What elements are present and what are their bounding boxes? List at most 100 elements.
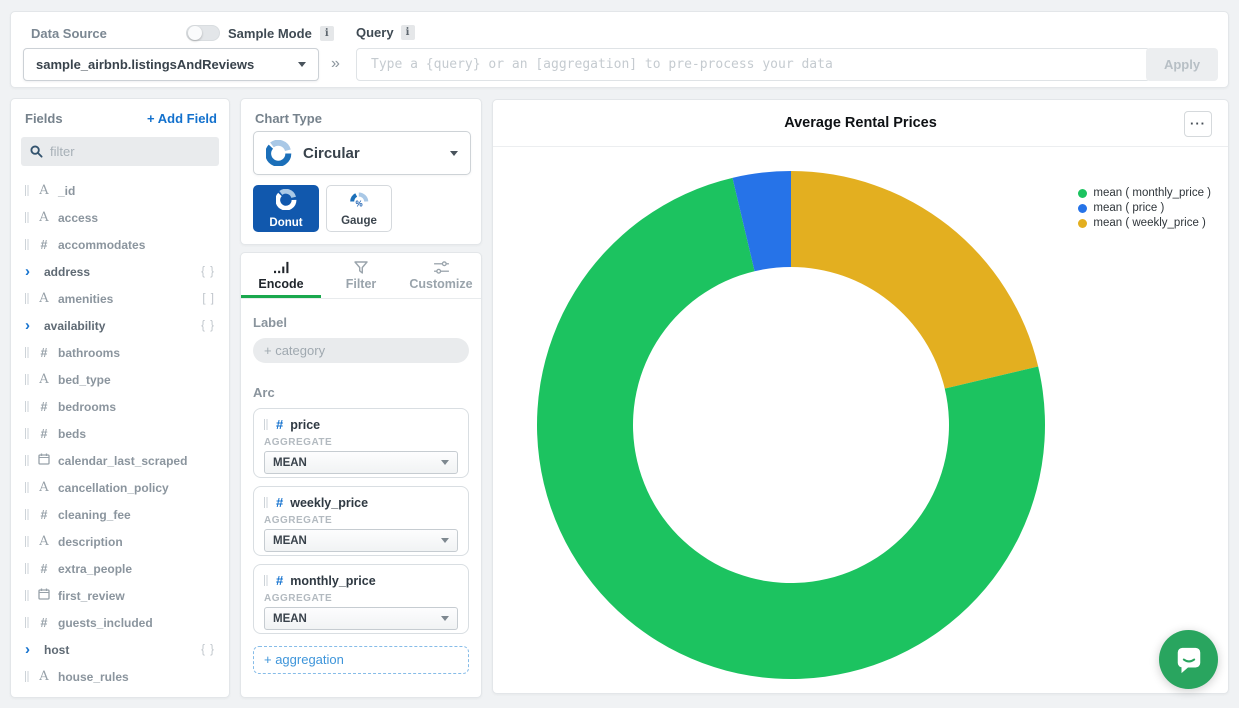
circular-chart-icon — [266, 140, 292, 166]
field-name: accommodates — [58, 238, 145, 252]
drag-handle-icon[interactable] — [25, 455, 30, 466]
add-field-button[interactable]: + Add Field — [147, 111, 217, 126]
chevron-right-icon[interactable]: › — [25, 264, 37, 279]
field-row-guests_included[interactable]: #guests_included — [11, 609, 229, 636]
label-channel-dropzone[interactable]: + category — [253, 338, 469, 363]
date-type-icon — [37, 452, 51, 470]
field-row-extra_people[interactable]: #extra_people — [11, 555, 229, 582]
donut-slice-meanweekly_price[interactable] — [791, 171, 1038, 389]
aggregate-value: MEAN — [273, 613, 307, 625]
field-row-beds[interactable]: #beds — [11, 420, 229, 447]
query-input[interactable] — [356, 48, 1150, 81]
drag-handle-icon[interactable] — [264, 497, 269, 508]
search-icon — [30, 145, 43, 158]
field-row-bathrooms[interactable]: #bathrooms — [11, 339, 229, 366]
sample-mode-info-icon[interactable]: i — [320, 26, 334, 41]
drag-handle-icon[interactable] — [264, 575, 269, 586]
drag-handle-icon[interactable] — [264, 419, 269, 430]
drag-handle-icon[interactable] — [25, 563, 30, 574]
field-row-bedrooms[interactable]: #bedrooms — [11, 393, 229, 420]
number-type-icon: # — [276, 417, 283, 432]
aggregate-select[interactable]: MEAN — [264, 607, 458, 630]
drag-handle-icon[interactable] — [25, 212, 30, 223]
encode-tabs: Encode Filter Customize — [241, 253, 481, 299]
drag-handle-icon[interactable] — [25, 536, 30, 547]
field-row-_id[interactable]: A_id — [11, 177, 229, 204]
drag-handle-icon[interactable] — [25, 671, 30, 682]
drag-handle-icon[interactable] — [25, 401, 30, 412]
field-row-cleaning_fee[interactable]: #cleaning_fee — [11, 501, 229, 528]
caret-down-icon — [298, 62, 306, 67]
bars-icon — [274, 261, 289, 274]
chart-card: Average Rental Prices ··· mean ( monthly… — [492, 99, 1229, 694]
drag-handle-icon[interactable] — [25, 185, 30, 196]
chevron-right-icon[interactable]: › — [25, 642, 37, 657]
drag-handle-icon[interactable] — [25, 590, 30, 601]
drag-handle-icon[interactable] — [25, 239, 30, 250]
chevron-right-icon[interactable]: › — [25, 318, 37, 333]
object-badge: { } — [201, 266, 215, 278]
date-type-icon — [37, 587, 51, 605]
field-name: _id — [58, 184, 75, 198]
intercom-chat-button[interactable] — [1159, 630, 1218, 689]
chart-menu-button[interactable]: ··· — [1184, 111, 1212, 137]
field-row-calendar_last_scraped[interactable]: calendar_last_scraped — [11, 447, 229, 474]
field-row-house_rules[interactable]: Ahouse_rules — [11, 663, 229, 690]
tab-customize-label: Customize — [409, 277, 472, 291]
field-row-description[interactable]: Adescription — [11, 528, 229, 555]
field-row-access[interactable]: Aaccess — [11, 204, 229, 231]
query-bar: Data Source Sample Mode i Query i sample… — [10, 11, 1229, 88]
arc-section-title: Arc — [253, 385, 469, 400]
field-name: availability — [44, 319, 105, 333]
aggregate-select[interactable]: MEAN — [264, 451, 458, 474]
field-row-bed_type[interactable]: Abed_type — [11, 366, 229, 393]
label-section-title: Label — [253, 315, 469, 330]
chart-subtype-gauge-button[interactable]: %Gauge — [326, 185, 392, 232]
field-name: beds — [58, 427, 86, 441]
funnel-icon — [354, 261, 368, 274]
drag-handle-icon[interactable] — [25, 428, 30, 439]
field-name: cancellation_policy — [58, 481, 169, 495]
chart-type-panel: Chart Type Circular Donut%Gauge — [240, 98, 482, 245]
field-row-amenities[interactable]: Aamenities[ ] — [11, 285, 229, 312]
channel-field-name: weekly_price — [290, 496, 368, 510]
drag-handle-icon[interactable] — [25, 509, 30, 520]
drag-handle-icon[interactable] — [25, 482, 30, 493]
drag-handle-icon[interactable] — [25, 293, 30, 304]
aggregate-select[interactable]: MEAN — [264, 529, 458, 552]
field-row-host[interactable]: › host { } — [11, 636, 229, 663]
field-name: bed_type — [58, 373, 111, 387]
drag-handle-icon[interactable] — [25, 347, 30, 358]
field-name: first_review — [58, 589, 125, 603]
field-name: description — [58, 535, 123, 549]
object-badge: { } — [201, 644, 215, 656]
number-type-icon: # — [37, 616, 51, 630]
drag-handle-icon[interactable] — [25, 617, 30, 628]
sample-mode-toggle[interactable] — [186, 25, 220, 41]
drag-handle-icon[interactable] — [25, 374, 30, 385]
field-name: host — [44, 643, 69, 657]
chart-legend: mean ( monthly_price )mean ( price )mean… — [1078, 187, 1211, 232]
field-row-availability[interactable]: ›availability{ } — [11, 312, 229, 339]
tab-filter[interactable]: Filter — [321, 253, 401, 298]
legend-item: mean ( weekly_price ) — [1078, 217, 1211, 229]
field-row-accommodates[interactable]: #accommodates — [11, 231, 229, 258]
field-filter-input[interactable] — [50, 144, 200, 159]
tab-customize[interactable]: Customize — [401, 253, 481, 298]
channel-header: #weekly_price — [264, 495, 458, 510]
encode-panel: Encode Filter Customize Label + category… — [240, 252, 482, 698]
data-source-select[interactable]: sample_airbnb.listingsAndReviews — [23, 48, 319, 81]
field-row-address[interactable]: ›address{ } — [11, 258, 229, 285]
string-type-icon: A — [37, 210, 51, 225]
number-type-icon: # — [37, 400, 51, 414]
chart-type-select[interactable]: Circular — [253, 131, 471, 175]
tab-encode[interactable]: Encode — [241, 253, 321, 298]
encode-channel-monthly_price: #monthly_priceAGGREGATEMEAN — [253, 564, 469, 634]
chart-subtype-donut-button[interactable]: Donut — [253, 185, 319, 232]
add-aggregation-button[interactable]: + aggregation — [253, 646, 469, 674]
field-row-first_review[interactable]: first_review — [11, 582, 229, 609]
field-row-cancellation_policy[interactable]: Acancellation_policy — [11, 474, 229, 501]
sliders-icon — [434, 261, 449, 274]
query-info-icon[interactable]: i — [401, 25, 415, 40]
apply-button[interactable]: Apply — [1146, 48, 1218, 81]
